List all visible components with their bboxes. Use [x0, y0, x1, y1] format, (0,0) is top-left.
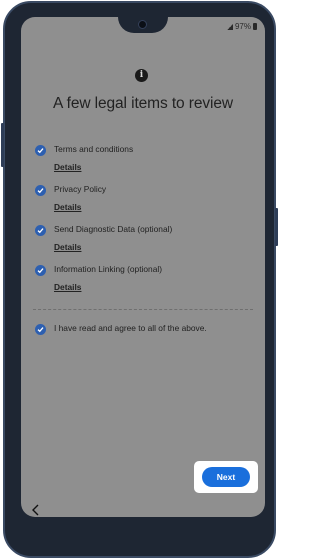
- screen: 97% i A few legal items to review Terms …: [21, 17, 265, 517]
- back-arrow-icon[interactable]: [31, 504, 41, 516]
- item-label: Terms and conditions: [54, 144, 134, 154]
- divider: [33, 309, 253, 310]
- battery-percent: 97%: [234, 22, 251, 31]
- details-link[interactable]: Details: [54, 202, 81, 212]
- item-label: Privacy Policy: [54, 184, 107, 194]
- check-icon[interactable]: [35, 265, 46, 276]
- info-icon: i: [135, 69, 148, 82]
- item-label: Information Linking (optional): [54, 264, 163, 274]
- battery-icon: [253, 23, 257, 30]
- next-button[interactable]: Next: [202, 467, 250, 487]
- notch: [118, 17, 168, 33]
- details-link[interactable]: Details: [54, 242, 81, 252]
- next-highlight: Next: [194, 461, 258, 493]
- item-label: Send Diagnostic Data (optional): [54, 224, 173, 234]
- front-camera-icon: [138, 20, 147, 29]
- agree-all-label: I have read and agree to all of the abov…: [54, 323, 207, 333]
- details-link[interactable]: Details: [54, 282, 81, 292]
- power-button: [275, 208, 278, 246]
- check-icon[interactable]: [35, 225, 46, 236]
- signal-icon: [226, 23, 233, 30]
- check-icon[interactable]: [35, 324, 46, 335]
- page-title: A few legal items to review: [53, 95, 233, 112]
- details-link[interactable]: Details: [54, 162, 81, 172]
- check-icon[interactable]: [35, 185, 46, 196]
- phone-frame: 97% i A few legal items to review Terms …: [1, 1, 278, 558]
- check-icon[interactable]: [35, 145, 46, 156]
- volume-button: [1, 123, 4, 167]
- status-bar: 97%: [226, 22, 257, 31]
